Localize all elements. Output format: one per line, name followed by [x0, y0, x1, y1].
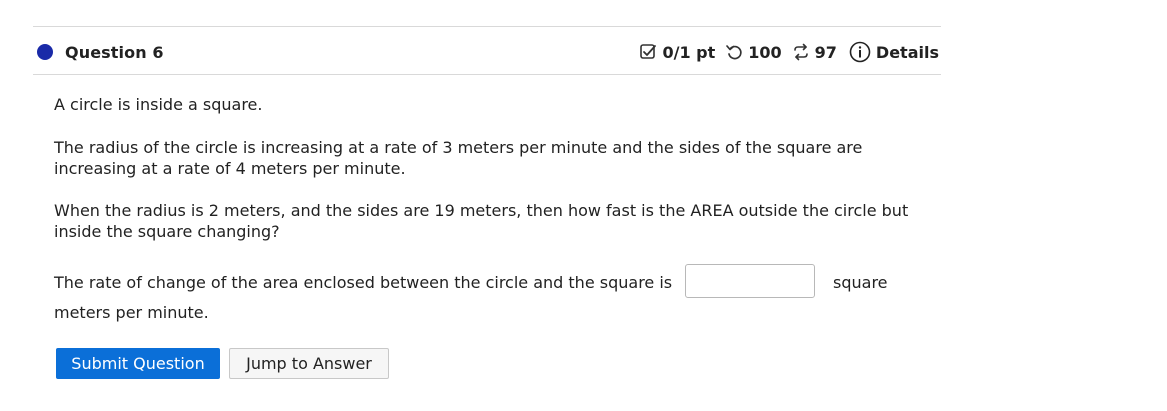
- attempts-meta: 100: [725, 42, 782, 62]
- score-text: 0/1 pt: [662, 42, 716, 62]
- score-meta: 0/1 pt: [639, 43, 715, 62]
- undo-icon: [726, 45, 742, 60]
- question-header: Question 6 0/1 pt 100 97 Details: [33, 36, 939, 68]
- attempts-text: 100: [748, 42, 782, 62]
- header-divider: [33, 74, 941, 75]
- submit-question-button[interactable]: Submit Question: [56, 348, 220, 379]
- question-title: Question 6: [65, 42, 164, 62]
- answer-row: The rate of change of the area enclosed …: [54, 264, 924, 304]
- question-header-left: Question 6: [33, 43, 164, 62]
- body-paragraph-2: The radius of the circle is increasing a…: [54, 138, 863, 178]
- body-paragraph-1: A circle is inside a square.: [54, 95, 263, 114]
- jump-to-answer-button[interactable]: Jump to Answer: [229, 348, 389, 379]
- body-paragraph-3: When the radius is 2 meters, and the sid…: [54, 201, 909, 241]
- status-dot-icon: [37, 44, 53, 60]
- details-label: Details: [875, 42, 939, 62]
- unit-label-1: square: [833, 273, 888, 292]
- top-divider: [33, 26, 941, 27]
- question-meta: 0/1 pt 100 97 Details: [631, 41, 939, 63]
- info-icon: [849, 41, 871, 63]
- checkbox-icon: [640, 44, 657, 59]
- answer-prompt: The rate of change of the area enclosed …: [54, 273, 673, 292]
- unit-label-2: meters per minute.: [54, 303, 209, 322]
- question-panel: Question 6 0/1 pt 100 97 Details A circl…: [0, 0, 1167, 411]
- retries-text: 97: [814, 42, 837, 62]
- details-button[interactable]: Details: [849, 41, 939, 63]
- retries-meta: 97: [792, 43, 837, 62]
- retry-icon: [793, 43, 808, 61]
- action-buttons: Submit Question Jump to Answer: [56, 348, 389, 379]
- answer-input[interactable]: [685, 264, 815, 298]
